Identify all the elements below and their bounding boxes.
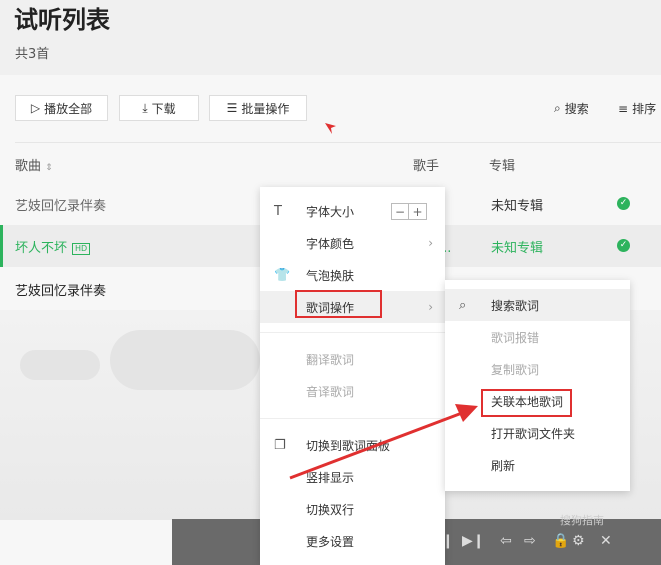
annotation-arrow bbox=[289, 404, 478, 480]
